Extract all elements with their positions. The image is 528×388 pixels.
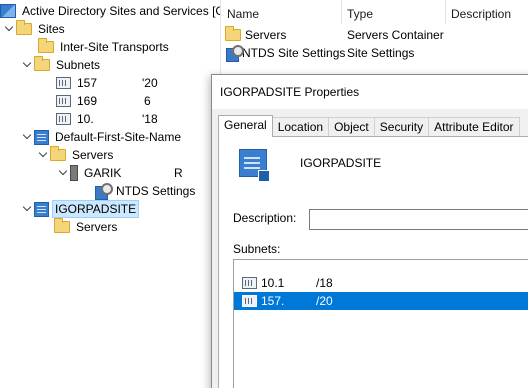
subnet-list-item-selected[interactable]: 157. /20 [234, 292, 528, 310]
tab-general[interactable]: General [218, 115, 273, 137]
site-large-icon [239, 149, 270, 182]
tab-attribute-editor[interactable]: Attribute Editor [428, 117, 520, 137]
subnet-label-right: '20 [142, 76, 158, 90]
subnet-icon [56, 113, 71, 125]
tree-item-label: Subnets [56, 58, 101, 72]
list-item-name: NTDS Site Settings [242, 46, 346, 60]
description-field[interactable] [309, 209, 528, 230]
expand-chevron-icon[interactable] [22, 59, 34, 71]
folder-icon [38, 38, 54, 53]
list-item-type: Servers Container [347, 28, 444, 42]
tree-item-igorpadsite[interactable]: IGORPADSITE [22, 200, 140, 218]
tree-item-subnets[interactable]: Subnets [22, 56, 102, 74]
subnet-list-item[interactable]: 10.1 /18 [234, 274, 528, 292]
list-item-type: Site Settings [347, 46, 415, 60]
subnets-listbox[interactable]: 10.1 /18 157. /20 [233, 259, 528, 388]
ntds-settings-icon [94, 183, 113, 200]
subnet-icon [242, 295, 257, 307]
tab-object[interactable]: Object [328, 117, 375, 137]
tree-item-server[interactable]: GARIK R [58, 164, 183, 182]
expand-chevron-icon[interactable] [22, 203, 34, 215]
folder-icon [54, 218, 70, 233]
subnet-icon [242, 277, 257, 289]
folder-icon [16, 20, 32, 35]
tree-item-default-site[interactable]: Default-First-Site-Name [22, 128, 183, 146]
subnet-item-right: /20 [316, 294, 333, 308]
tree-item-sites[interactable]: Sites [4, 20, 67, 38]
tree-item-label: Inter-Site Transports [60, 40, 169, 54]
site-icon [34, 201, 49, 217]
site-name: IGORPADSITE [300, 156, 382, 170]
tree-item-label: Servers [72, 148, 114, 162]
dialog-tabs: General Location Object Security Attribu… [218, 115, 520, 137]
expand-chevron-icon[interactable] [22, 131, 34, 143]
subnet-item-left: 157. [261, 294, 285, 308]
site-icon [34, 129, 49, 145]
tree-item-subnet[interactable]: 157 '20 [56, 74, 166, 92]
folder-icon [50, 146, 66, 161]
subnet-label-left: 157 [77, 76, 98, 90]
ntds-site-settings-icon [225, 45, 244, 62]
subnet-label-left: 10. [77, 112, 94, 126]
list-item[interactable]: Servers Servers Container [225, 26, 525, 44]
expand-chevron-icon[interactable] [4, 23, 16, 35]
tree-item-label: Sites [38, 22, 65, 36]
server-icon [70, 165, 78, 181]
tree-item-subnet[interactable]: 169 6 [56, 92, 166, 110]
column-divider[interactable] [445, 0, 446, 24]
tree-item-inter-site-transports[interactable]: Inter-Site Transports [38, 38, 171, 56]
tree-item-label: Default-First-Site-Name [55, 130, 182, 144]
description-label: Description: [233, 211, 297, 225]
ad-sites-icon [0, 4, 16, 18]
tree-item-ntds-settings[interactable]: NTDS Settings [94, 182, 197, 200]
properties-dialog: IGORPADSITE Properties General Location … [211, 74, 528, 388]
tree-root[interactable]: Active Directory Sites and Services [G [0, 2, 227, 20]
subnet-label-right: 6 [144, 94, 151, 108]
tree-item-servers[interactable]: Servers [38, 146, 115, 164]
column-header-type[interactable]: Type [347, 6, 373, 22]
tab-location[interactable]: Location [271, 117, 330, 137]
subnet-icon [56, 95, 71, 107]
subnet-label-right: '18 [142, 112, 158, 126]
expand-chevron-icon[interactable] [38, 149, 50, 161]
subnet-item-right: /18 [316, 276, 333, 290]
tree-item-subnet[interactable]: 10. '18 [56, 110, 166, 128]
subnets-label: Subnets: [233, 242, 281, 256]
tab-security[interactable]: Security [373, 117, 430, 137]
column-header-description[interactable]: Description [451, 6, 511, 22]
subnet-label-left: 169 [77, 94, 98, 108]
tree-item-igor-servers[interactable]: Servers [54, 218, 119, 236]
expand-chevron-icon[interactable] [58, 167, 70, 179]
dialog-titlebar[interactable]: IGORPADSITE Properties [212, 75, 528, 109]
dialog-title: IGORPADSITE Properties [220, 85, 360, 99]
tree-item-label-suffix: R [174, 166, 183, 180]
list-item-name: Servers [245, 28, 287, 42]
general-tab-panel: IGORPADSITE Description: Subnets: 10.1 /… [218, 136, 528, 388]
console-tree: Active Directory Sites and Services [G S… [0, 0, 225, 388]
folder-icon [34, 56, 50, 71]
subnet-item-left: 10.1 [261, 276, 285, 290]
tree-item-label: GARIK [84, 166, 122, 180]
list-item[interactable]: NTDS Site Settings Site Settings [225, 44, 525, 62]
subnet-icon [56, 77, 71, 89]
column-header-name[interactable]: Name [227, 6, 259, 22]
folder-icon [225, 26, 241, 41]
column-divider[interactable] [341, 0, 342, 24]
tree-item-label: Servers [76, 220, 118, 234]
tree-item-label: NTDS Settings [116, 184, 196, 198]
tree-root-label: Active Directory Sites and Services [G [22, 4, 225, 18]
tree-item-label: IGORPADSITE [51, 200, 140, 218]
